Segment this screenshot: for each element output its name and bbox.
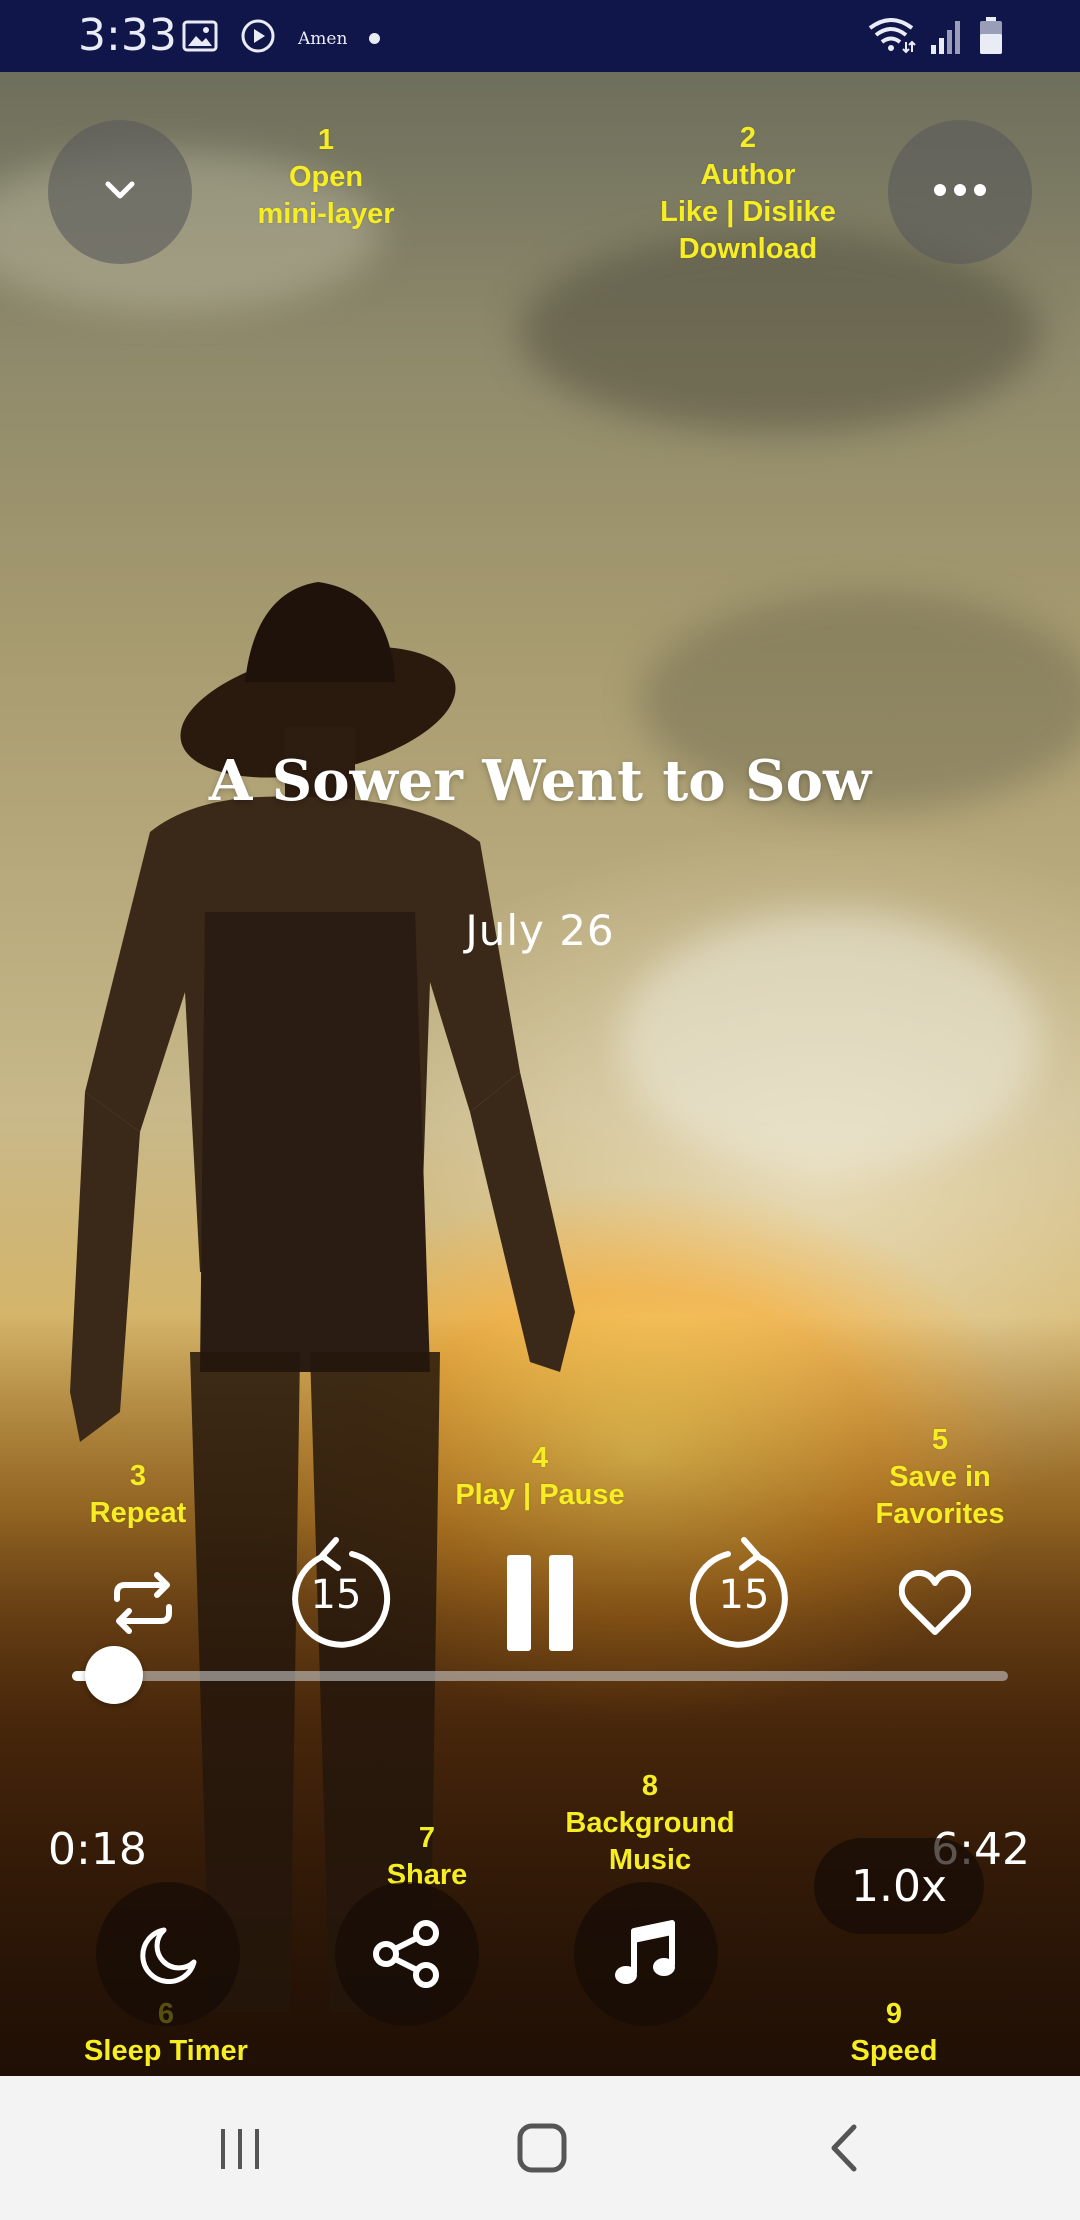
status-left-icons: Amen bbox=[182, 18, 381, 59]
music-note-icon bbox=[615, 1920, 675, 1984]
more-options-button[interactable] bbox=[888, 120, 1032, 264]
status-app-label: Amen bbox=[298, 28, 348, 49]
skip-forward-button[interactable]: 15 bbox=[684, 1532, 804, 1662]
skip-forward-seconds: 15 bbox=[718, 1572, 770, 1618]
recent-apps-icon bbox=[221, 2129, 259, 2169]
episode-title: A Sower Went to Sow bbox=[208, 748, 872, 814]
back-button[interactable] bbox=[744, 2076, 944, 2220]
repeat-icon bbox=[107, 1567, 179, 1644]
more-horizontal-icon bbox=[930, 180, 990, 205]
share-icon bbox=[373, 1920, 439, 1988]
annotation-background-music: 8 Background Music bbox=[565, 1770, 735, 1876]
favorite-button[interactable] bbox=[880, 1548, 990, 1658]
signal-icon bbox=[930, 17, 964, 60]
collapse-player-button[interactable] bbox=[48, 120, 192, 264]
speed-button[interactable]: 1.0x bbox=[814, 1838, 984, 1934]
annotation-open-mini-layer: 1 Open mini-layer bbox=[257, 124, 395, 230]
status-right-icons bbox=[866, 16, 1004, 61]
system-nav-bar bbox=[0, 2076, 1080, 2220]
annotation-repeat: 3 Repeat bbox=[89, 1460, 187, 1529]
annotation-share: 7 Share bbox=[386, 1822, 468, 1891]
back-icon bbox=[831, 2124, 857, 2172]
seek-thumb[interactable] bbox=[85, 1646, 144, 1704]
home-icon bbox=[517, 2123, 567, 2173]
seek-track[interactable] bbox=[72, 1671, 1008, 1681]
wifi-icon bbox=[866, 16, 916, 61]
annotation-favorites: 5 Save in Favorites bbox=[875, 1424, 1005, 1530]
battery-icon bbox=[978, 16, 1004, 61]
share-button[interactable] bbox=[335, 1882, 479, 2026]
chevron-down-icon bbox=[98, 168, 142, 217]
heart-icon bbox=[899, 1570, 971, 1635]
play-circle-icon bbox=[240, 18, 276, 59]
skip-back-button[interactable]: 15 bbox=[276, 1532, 396, 1662]
episode-date: July 26 bbox=[465, 906, 615, 955]
background-music-button[interactable] bbox=[574, 1882, 718, 2026]
image-icon bbox=[182, 18, 218, 59]
notification-dot bbox=[369, 33, 381, 44]
annotation-speed: 9 Speed bbox=[850, 1998, 938, 2067]
annotation-play-pause: 4 Play | Pause bbox=[455, 1442, 625, 1511]
pause-icon bbox=[507, 1555, 573, 1651]
status-time: 3:33 bbox=[78, 10, 177, 61]
repeat-button[interactable] bbox=[88, 1550, 198, 1660]
skip-back-seconds: 15 bbox=[310, 1572, 362, 1618]
annotation-menu: 2 Author Like | Dislike Download bbox=[660, 122, 836, 265]
recent-apps-button[interactable] bbox=[140, 2076, 340, 2220]
sleep-timer-button[interactable] bbox=[96, 1882, 240, 2026]
elapsed-time: 0:18 bbox=[48, 1824, 147, 1875]
status-bar: 3:33 Amen bbox=[0, 0, 1080, 72]
home-button[interactable] bbox=[442, 2076, 642, 2220]
moon-icon bbox=[140, 1927, 197, 1984]
pause-button[interactable] bbox=[496, 1548, 584, 1658]
